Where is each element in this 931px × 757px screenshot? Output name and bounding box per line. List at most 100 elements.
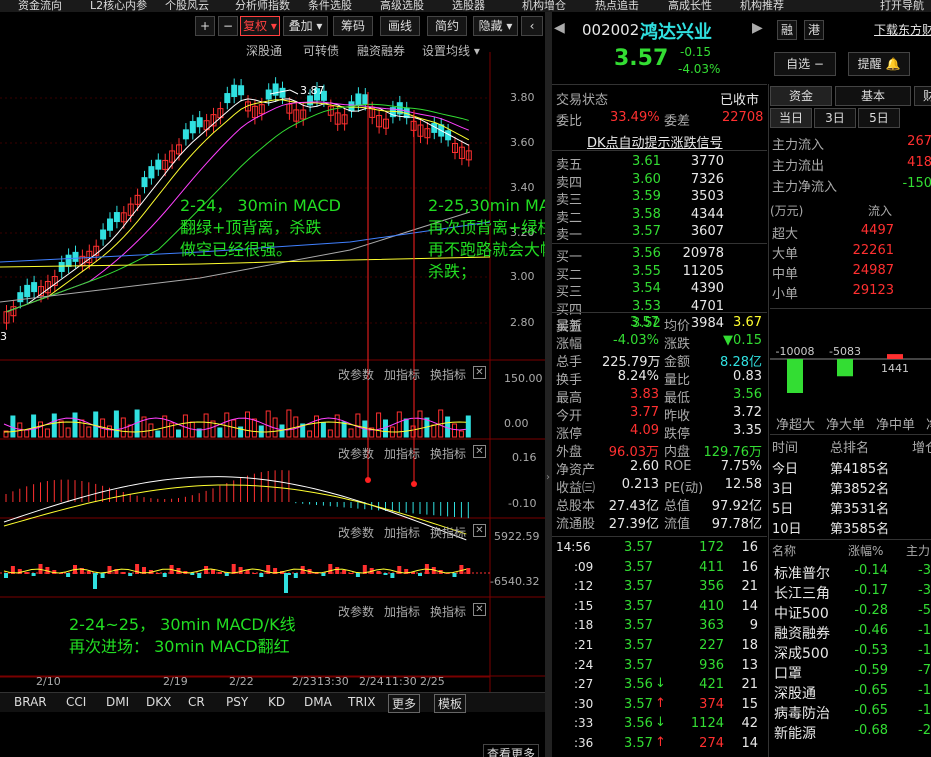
- annotation-2-line: 2-25,30min MACD: [428, 196, 545, 215]
- panel-control-0[interactable]: 改参数: [338, 445, 374, 462]
- chart-area[interactable]: + − 复权 ▾ 叠加 ▾ 筹码 画线 简约 隐藏 ▾ ‹ 深股通 可转债 融资融券…: [0, 12, 545, 757]
- rank-value: 第3852名: [830, 482, 890, 497]
- stock-name: 鸿达兴业: [640, 22, 712, 43]
- index-name[interactable]: 长江三角: [774, 583, 830, 603]
- panel-control-2[interactable]: 换指标: [430, 366, 466, 383]
- indicator-tab-psy[interactable]: PSY: [226, 695, 248, 709]
- indicator-tab-更多[interactable]: 更多: [388, 694, 421, 713]
- next-stock-arrow-icon[interactable]: ▶: [752, 20, 763, 36]
- period-tab-2[interactable]: 5日: [858, 108, 900, 128]
- alert-button[interactable]: 提醒 🔔: [848, 52, 910, 76]
- index-name[interactable]: 标准普尔: [774, 563, 830, 583]
- top-nav-item[interactable]: 资金流向: [18, 0, 62, 12]
- ind3-bar: [66, 573, 71, 577]
- date-axis-label: 2/24: [359, 675, 384, 688]
- top-nav-item[interactable]: 机构推荐: [740, 0, 784, 12]
- panel-close-icon[interactable]: ✕: [473, 445, 486, 458]
- draw-line-button[interactable]: 画线: [380, 16, 420, 36]
- view-more-button[interactable]: 查看更多: [483, 744, 540, 757]
- rank-period: 3日: [772, 482, 794, 497]
- top-nav-item[interactable]: 热点追击: [595, 0, 639, 12]
- volume-bar: [320, 422, 326, 438]
- hk-tag: 港: [804, 20, 824, 40]
- index-name[interactable]: 融资融券: [774, 623, 830, 643]
- panel-splitter[interactable]: ›: [545, 12, 552, 757]
- indicator-tab-kd[interactable]: KD: [268, 695, 285, 709]
- chips-button[interactable]: 筹码: [333, 16, 373, 36]
- sell-price: 3.60: [632, 171, 661, 187]
- index-name[interactable]: 深股通: [774, 683, 816, 703]
- top-nav-item[interactable]: 个股风云: [165, 0, 209, 12]
- panel-control-2[interactable]: 换指标: [430, 524, 466, 541]
- panel-control-0[interactable]: 改参数: [338, 366, 374, 383]
- buy-price: 3.55: [632, 263, 661, 279]
- download-link[interactable]: 下载东方财: [874, 21, 931, 38]
- prev-stock-arrow-icon[interactable]: ◀: [554, 20, 565, 36]
- stat-value: 96.03万: [608, 445, 659, 460]
- top-nav-item[interactable]: L2核心内参: [90, 0, 147, 12]
- tick-volume: 274: [699, 736, 724, 751]
- simple-button[interactable]: 简约: [427, 16, 467, 36]
- more-button[interactable]: ‹: [521, 16, 543, 36]
- panel-close-icon[interactable]: ✕: [473, 524, 486, 537]
- top-nav-item[interactable]: 打开导航: [880, 0, 924, 12]
- indicator-tab-dmi[interactable]: DMI: [106, 695, 129, 709]
- index-name[interactable]: 深成500: [774, 643, 829, 663]
- sell-volume: 3503: [690, 189, 724, 204]
- panel-close-icon[interactable]: ✕: [473, 603, 486, 616]
- indicator-tab-模板[interactable]: 模板: [434, 694, 467, 713]
- panel-control-1[interactable]: 加指标: [384, 524, 420, 541]
- weibi-label: 委比: [556, 114, 583, 129]
- index-name[interactable]: 中证500: [774, 603, 829, 623]
- candle-body: [65, 254, 72, 267]
- watchlist-button[interactable]: 自选 −: [774, 52, 836, 76]
- indicator-tab-dma[interactable]: DMA: [304, 695, 332, 709]
- indicator-tab-dkx[interactable]: DKX: [146, 695, 171, 709]
- fuquan-button[interactable]: 复权 ▾: [240, 16, 280, 36]
- volume-bar: [245, 411, 250, 438]
- top-nav-item[interactable]: 高级选股: [380, 0, 424, 12]
- volume-bar: [31, 414, 37, 438]
- top-nav-item[interactable]: 选股器: [452, 0, 485, 12]
- stat-label: 均价: [664, 319, 691, 334]
- finance-tab[interactable]: 财: [914, 86, 931, 106]
- hide-button[interactable]: 隐藏 ▾: [473, 16, 518, 36]
- basic-tab[interactable]: 基本: [835, 86, 911, 106]
- panel-control-2[interactable]: 换指标: [430, 445, 466, 462]
- tick-volume: 1124: [690, 716, 724, 732]
- panel-control-0[interactable]: 改参数: [338, 603, 374, 620]
- indicator-tab-cci[interactable]: CCI: [66, 695, 86, 709]
- panel-control-1[interactable]: 加指标: [384, 366, 420, 383]
- top-nav-item[interactable]: 机构增仓: [522, 0, 566, 12]
- top-nav-item[interactable]: 高成长性: [668, 0, 712, 12]
- volume-bar: [38, 421, 43, 438]
- indicator-tab-cr[interactable]: CR: [188, 695, 205, 709]
- index-name[interactable]: 病毒防治: [774, 703, 830, 723]
- indicator-tab-trix[interactable]: TRIX: [348, 695, 375, 709]
- stat-label: 金额: [664, 355, 691, 370]
- overlay-button[interactable]: 叠加 ▾: [283, 16, 328, 36]
- panel-control-0[interactable]: 改参数: [338, 524, 374, 541]
- index-name[interactable]: 口罩: [774, 663, 802, 683]
- buy-level-label: 买三: [556, 285, 583, 300]
- panel-control-1[interactable]: 加指标: [384, 603, 420, 620]
- top-nav-item[interactable]: 分析师指数: [235, 0, 290, 12]
- fund-tab[interactable]: 资金: [770, 86, 832, 106]
- period-tab-0[interactable]: 当日: [770, 108, 812, 128]
- sell-level-label: 卖二: [556, 210, 583, 226]
- collapse-arrow-icon[interactable]: ›: [546, 472, 550, 483]
- tick-count: 9: [749, 618, 758, 634]
- panel-control-1[interactable]: 加指标: [384, 445, 420, 462]
- signal-link[interactable]: DK点自动提示涨跌信号: [587, 132, 723, 151]
- panel-close-icon[interactable]: ✕: [473, 366, 486, 379]
- tick-count: 14: [741, 736, 758, 751]
- index-name[interactable]: 新能源: [774, 723, 816, 743]
- period-tab-1[interactable]: 3日: [814, 108, 856, 128]
- indicator-tab-brar[interactable]: BRAR: [14, 695, 47, 709]
- panel-control-2[interactable]: 换指标: [430, 603, 466, 620]
- top-nav-item[interactable]: 条件选股: [308, 0, 352, 12]
- zoom-out-button[interactable]: −: [218, 16, 238, 36]
- tick-count: 13: [741, 657, 758, 673]
- zoom-in-button[interactable]: +: [195, 16, 215, 36]
- ind3-bar: [128, 573, 133, 576]
